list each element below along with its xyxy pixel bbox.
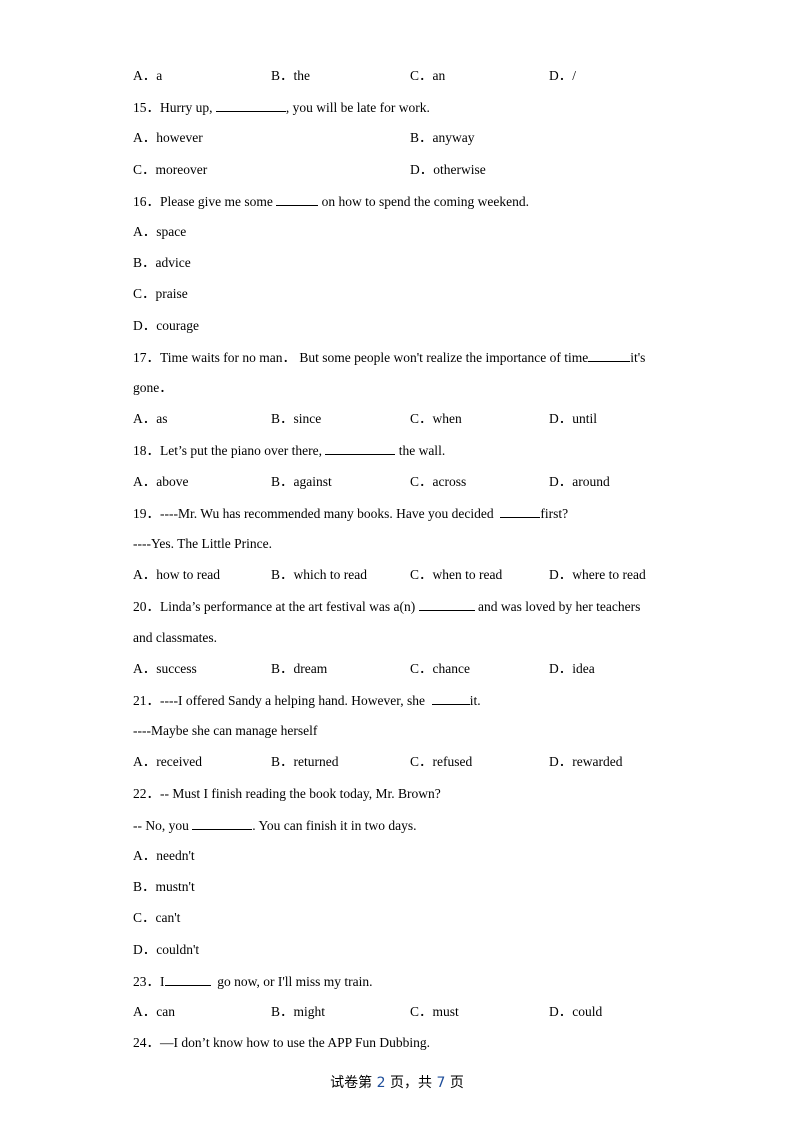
option-c: C．when to read [410,567,503,582]
option-a: A．space [133,224,187,239]
question-stem: 15．Hurry up, , you will be late for work… [133,99,430,116]
option-d: D．courage [133,318,199,333]
question-stem: 20．Linda’s performance at the art festiv… [133,598,640,615]
option-a: A．success [133,661,197,676]
question-stem: 22．-- Must I finish reading the book tod… [133,786,441,801]
stem-text: 18．Let’s put the piano over there, [133,443,326,458]
answer-blank [418,598,475,611]
question-stem-continued: and classmates. [133,630,217,645]
stem-text: 21．----I offered Sandy a helping hand. H… [133,693,432,708]
stem-text: first? [540,506,569,521]
stem-text: 15．Hurry up, [133,100,216,115]
option-b: B．the [271,68,310,83]
option-a: A．received [133,754,202,769]
question-stem-continued: ----Yes. The Little Prince. [133,536,272,551]
answer-blank [164,973,211,986]
answer-blank [276,193,319,206]
answer-blank [431,692,470,705]
question-stem-continued: -- No, you . You can finish it in two da… [133,817,417,834]
stem-text: 17．Time waits for no man． But some peopl… [133,350,589,365]
footer-text: 试卷第 [330,1075,377,1091]
stem-text: , you will be late for work. [285,100,430,115]
option-b: B．against [271,474,332,489]
option-b: B．returned [271,754,339,769]
option-d: D．until [549,411,598,426]
question-stem: 23．I go now, or I'll miss my train. [133,973,373,990]
question-stem: 24．—I don’t know how to use the APP Fun … [133,1035,431,1050]
option-c: C．when [410,411,462,426]
question-stem: 16．Please give me some on how to spend t… [133,193,529,210]
option-d: D．where to read [549,567,646,582]
answer-blank [215,99,286,112]
option-a: A．a [133,68,163,83]
option-d: D．couldn't [133,942,200,957]
option-a: A．as [133,411,168,426]
option-c: C．an [410,68,446,83]
question-stem: 18．Let’s put the piano over there, the w… [133,442,445,459]
option-b: B．since [271,411,322,426]
footer-text: 页，共 [385,1075,437,1091]
option-c: C．refused [410,754,473,769]
current-page-number: 2 [376,1075,386,1091]
option-d: D．otherwise [410,162,486,177]
stem-text: -- No, you [133,818,193,833]
option-a: A．needn't [133,848,195,863]
stem-text: 16．Please give me some [133,194,277,209]
option-c: C．can't [133,910,181,925]
option-c: C．chance [410,661,470,676]
option-a: A．how to read [133,567,220,582]
option-b: B．dream [271,661,328,676]
option-d: D．around [549,474,610,489]
answer-blank [325,442,396,455]
question-stem: 21．----I offered Sandy a helping hand. H… [133,692,481,709]
option-d: D．idea [549,661,595,676]
option-d: D．could [549,1004,603,1019]
option-b: B．mustn't [133,879,195,894]
option-c: C．praise [133,286,188,301]
option-d: D．/ [549,68,576,83]
stem-text: it's [630,350,646,365]
option-b: B．might [271,1004,326,1019]
question-stem: 19．----Mr. Wu has recommended many books… [133,505,568,522]
option-c: C．across [410,474,467,489]
footer-text: 页 [445,1075,464,1091]
stem-text: and was loved by her teachers [474,599,641,614]
stem-text: 20．Linda’s performance at the art festiv… [133,599,419,614]
question-stem-continued: gone． [133,380,173,395]
option-c: C．must [410,1004,459,1019]
option-a: A．however [133,130,203,145]
answer-blank [192,817,253,830]
page-footer: 试卷第 2 页，共 7 页 [0,1072,794,1092]
answer-blank [500,505,541,518]
answer-blank [588,349,631,362]
option-a: A．can [133,1004,175,1019]
option-b: B．anyway [410,130,475,145]
question-stem: 17．Time waits for no man． But some peopl… [133,349,645,366]
stem-text: 19．----Mr. Wu has recommended many books… [133,506,501,521]
option-b: B．advice [133,255,191,270]
stem-text: the wall. [395,443,446,458]
option-c: C．moreover [133,162,208,177]
option-a: A．above [133,474,189,489]
stem-text: on how to spend the coming weekend. [318,194,529,209]
option-b: B．which to read [271,567,367,582]
stem-text: it. [469,693,481,708]
stem-text: go now, or I'll miss my train. [210,974,373,989]
option-d: D．rewarded [549,754,623,769]
stem-text: 23．I [133,974,165,989]
question-stem-continued: ----Maybe she can manage herself [133,723,318,738]
stem-text: . You can finish it in two days. [252,818,417,833]
